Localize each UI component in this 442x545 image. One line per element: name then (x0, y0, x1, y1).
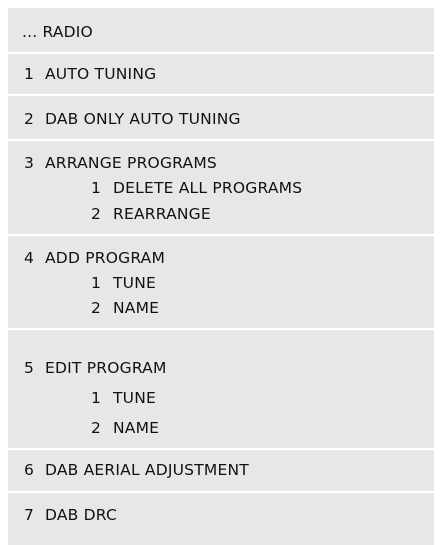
menu-item-dab-only-auto-tuning[interactable]: 2 DAB ONLY AUTO TUNING (8, 109, 434, 129)
divider (8, 52, 434, 54)
submenu-item-number: 2 (91, 299, 102, 317)
menu-item-add-program[interactable]: 4 ADD PROGRAM (8, 248, 434, 268)
menu-item-label: ADD PROGRAM (45, 249, 166, 267)
divider (8, 448, 434, 450)
menu-item-number: 3 (24, 154, 35, 172)
submenu-item-label: TUNE (113, 274, 157, 292)
submenu-item-number: 1 (91, 389, 102, 407)
menu-item-number: 4 (24, 249, 35, 267)
submenu-item-number: 2 (91, 419, 102, 437)
menu-item-edit-program[interactable]: 5 EDIT PROGRAM (8, 358, 434, 378)
menu-item-arrange-programs[interactable]: 3 ARRANGE PROGRAMS (8, 153, 434, 173)
submenu-item-label: TUNE (113, 389, 157, 407)
menu-item-number: 7 (24, 506, 35, 524)
submenu-item-number: 2 (91, 205, 102, 223)
divider (8, 491, 434, 493)
submenu-item-label: REARRANGE (113, 205, 211, 223)
submenu-item-delete-all-programs[interactable]: 1 DELETE ALL PROGRAMS (8, 178, 434, 198)
submenu-item-rearrange[interactable]: 2 REARRANGE (8, 204, 434, 224)
submenu-item-label: NAME (113, 299, 160, 317)
submenu-item-name[interactable]: 2 NAME (8, 298, 434, 318)
menu-item-label: EDIT PROGRAM (45, 359, 167, 377)
menu-item-dab-drc[interactable]: 7 DAB DRC (8, 505, 434, 525)
divider (8, 139, 434, 141)
divider (8, 234, 434, 236)
menu-item-label: DAB AERIAL ADJUSTMENT (45, 461, 249, 479)
menu-item-label: DAB DRC (45, 506, 117, 524)
menu-item-dab-aerial-adjustment[interactable]: 6 DAB AERIAL ADJUSTMENT (8, 460, 434, 480)
menu-item-label: AUTO TUNING (45, 65, 157, 83)
menu-item-number: 5 (24, 359, 35, 377)
submenu-item-tune[interactable]: 1 TUNE (8, 388, 434, 408)
menu-item-number: 1 (24, 65, 35, 83)
submenu-item-number: 1 (91, 274, 102, 292)
submenu-item-label: NAME (113, 419, 160, 437)
menu-item-label: ARRANGE PROGRAMS (45, 154, 217, 172)
menu-item-label: DAB ONLY AUTO TUNING (45, 110, 241, 128)
menu-item-number: 6 (24, 461, 35, 479)
menu-item-number: 2 (24, 110, 35, 128)
divider (8, 328, 434, 330)
submenu-item-name[interactable]: 2 NAME (8, 418, 434, 438)
menu-item-auto-tuning[interactable]: 1 AUTO TUNING (8, 64, 434, 84)
radio-menu-panel: ... RADIO 1 AUTO TUNING 2 DAB ONLY AUTO … (8, 8, 434, 545)
submenu-item-tune[interactable]: 1 TUNE (8, 273, 434, 293)
divider (8, 94, 434, 96)
submenu-item-number: 1 (91, 179, 102, 197)
menu-title-text: ... RADIO (22, 23, 93, 41)
submenu-item-label: DELETE ALL PROGRAMS (113, 179, 303, 197)
